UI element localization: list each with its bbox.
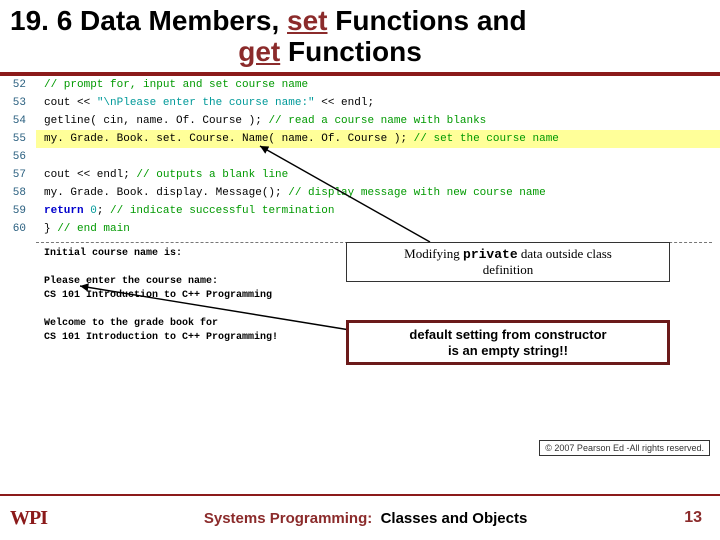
lineno: 55 [0, 130, 36, 148]
code-line: // prompt for, input and set course name [44, 79, 308, 91]
code-listing: 52 // prompt for, input and set course na… [0, 76, 720, 345]
title-section: 19. 6 Data Members, [10, 5, 287, 36]
code-line: cout << "\nPlease enter the course name:… [36, 94, 720, 112]
callout-default: default setting from constructor is an e… [346, 320, 670, 365]
lineno: 57 [0, 166, 36, 184]
code-line-highlight: my. Grade. Book. set. Course. Name( name… [36, 130, 720, 148]
footer-text-b: Classes and Objects [381, 510, 528, 527]
footer-caption: Systems Programming: Classes and Objects [47, 510, 684, 527]
callout-text: data outside class [518, 246, 612, 261]
slide-footer: WPI Systems Programming: Classes and Obj… [0, 494, 720, 540]
callout-text: Modifying [404, 246, 463, 261]
callout-text: definition [483, 262, 534, 277]
callout-keyword: private [463, 247, 518, 262]
code-line: return 0; // indicate successful termina… [36, 202, 720, 220]
wpi-logo: WPI [10, 507, 47, 530]
lineno: 56 [0, 148, 36, 166]
footer-text-a: Systems Programming: [204, 510, 372, 527]
title-set: set [287, 5, 327, 36]
code-line: } // end main [36, 220, 720, 238]
callout-private: Modifying private data outside class def… [346, 242, 670, 282]
lineno: 59 [0, 202, 36, 220]
title-get: get [238, 36, 280, 67]
callout-text: is an empty string!! [448, 343, 568, 358]
slide-title: 19. 6 Data Members, set Functions and ge… [0, 0, 720, 72]
lineno: 52 [0, 76, 36, 94]
lineno: 54 [0, 112, 36, 130]
title-mid: Functions and [328, 5, 527, 36]
code-line: cout << endl; // outputs a blank line [36, 166, 720, 184]
copyright-notice: © 2007 Pearson Ed -All rights reserved. [539, 440, 710, 456]
title-tail: Functions [280, 36, 422, 67]
lineno: 58 [0, 184, 36, 202]
lineno: 60 [0, 220, 36, 238]
code-line: my. Grade. Book. display. Message(); // … [36, 184, 720, 202]
page-number: 13 [684, 509, 702, 527]
lineno: 53 [0, 94, 36, 112]
callout-text: default setting from constructor [409, 327, 606, 342]
code-line: getline( cin, name. Of. Course ); // rea… [36, 112, 720, 130]
